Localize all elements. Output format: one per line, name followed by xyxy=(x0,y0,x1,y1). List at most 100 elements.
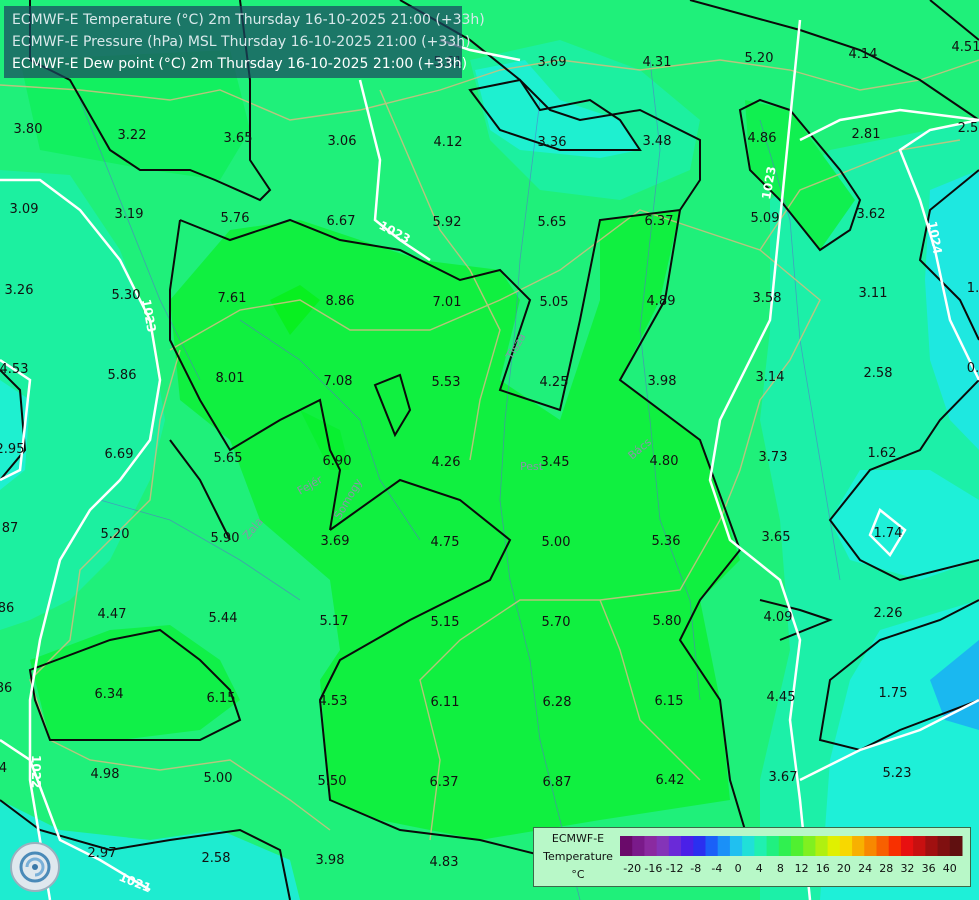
value-label: 7.08 xyxy=(324,374,353,389)
legend-swatch xyxy=(803,836,816,856)
legend-swatch xyxy=(668,836,682,856)
value-label: 5.00 xyxy=(204,771,233,786)
legend-tick-label: 16 xyxy=(816,862,830,875)
value-label: 4.26 xyxy=(432,455,461,470)
value-label: 3.65 xyxy=(762,530,791,545)
value-label: 3.45 xyxy=(541,455,570,470)
value-label: 4.53 xyxy=(0,362,28,377)
value-label: 6.15 xyxy=(655,694,684,709)
weather-map: 1023 1023 1023 1024 1022 1021 Pest Bács … xyxy=(0,0,979,900)
value-label: 6.69 xyxy=(105,447,134,462)
value-label: 5.53 xyxy=(432,375,461,390)
title-panel: ECMWF-E Temperature (°C) 2m Thursday 16-… xyxy=(4,6,485,78)
value-label: 86 xyxy=(0,601,14,616)
legend-swatch xyxy=(778,836,792,856)
title-pressure[interactable]: ECMWF-E Pressure (hPa) MSL Thursday 16-1… xyxy=(12,34,471,50)
legend-tick-label: 36 xyxy=(922,862,936,875)
value-label: 4.83 xyxy=(430,855,459,870)
value-label: 2.97 xyxy=(88,846,117,861)
value-label: 3.14 xyxy=(756,370,785,385)
value-label: 2.58 xyxy=(864,366,893,381)
legend-swatch xyxy=(693,836,706,856)
legend-tick-label: 40 xyxy=(943,862,957,875)
value-label: 4.53 xyxy=(319,694,348,709)
title-temperature[interactable]: ECMWF-E Temperature (°C) 2m Thursday 16-… xyxy=(12,12,485,28)
swirl-logo-icon xyxy=(10,842,60,892)
legend-tick-label: 20 xyxy=(837,862,851,875)
value-label: 5.05 xyxy=(540,295,569,310)
value-label: 4.80 xyxy=(650,454,679,469)
value-label: 3.80 xyxy=(14,122,43,137)
value-label: 5.09 xyxy=(751,211,780,226)
isobar-label: 1022 xyxy=(29,755,43,788)
value-label: 4.25 xyxy=(540,375,569,390)
legend-tick-label: -16 xyxy=(644,862,662,875)
value-label: 5.23 xyxy=(883,766,912,781)
legend-tick-label: 8 xyxy=(777,862,784,875)
legend-tick-label: 4 xyxy=(756,862,763,875)
value-label: 3.06 xyxy=(328,134,357,149)
value-label: 4.98 xyxy=(91,767,120,782)
value-label: 2.26 xyxy=(874,606,903,621)
title-dewpoint[interactable]: ECMWF-E Dew point (°C) 2m Thursday 16-10… xyxy=(12,56,467,72)
value-label: 6.42 xyxy=(656,773,685,788)
legend-color-bar: -20 -16 -12 -8 -4 0 4 8 12 16 20 24 28 32 36 40 xyxy=(620,836,963,875)
value-label: 5.30 xyxy=(112,288,141,303)
value-label: 5.76 xyxy=(221,211,250,226)
legend-swatch xyxy=(754,836,768,856)
legend-swatch xyxy=(852,836,865,856)
value-label: 5.00 xyxy=(542,535,571,550)
legend-swatch xyxy=(949,836,963,856)
value-label: 5.90 xyxy=(211,531,240,546)
value-label: 3.19 xyxy=(115,207,144,222)
value-label: 5.20 xyxy=(101,527,130,542)
legend-swatch xyxy=(925,836,939,856)
value-label: 4.47 xyxy=(98,607,127,622)
value-label: 3.67 xyxy=(769,770,798,785)
legend-swatch xyxy=(913,836,926,856)
legend-swatch xyxy=(656,836,670,856)
value-label: 4.75 xyxy=(431,535,460,550)
value-label: 3.69 xyxy=(538,55,567,70)
legend-swatch xyxy=(632,836,645,856)
value-label: 4.31 xyxy=(643,55,672,70)
value-label: 3.69 xyxy=(321,534,350,549)
legend-swatch xyxy=(717,836,731,856)
legend-tick-label: 32 xyxy=(900,862,914,875)
legend-swatch xyxy=(839,836,853,856)
value-label: 5.65 xyxy=(538,215,567,230)
legend-swatch xyxy=(705,836,719,856)
value-label: 6.37 xyxy=(645,214,674,229)
value-label: 87 xyxy=(2,521,19,536)
value-label: 7.61 xyxy=(218,291,247,306)
value-label: 6.87 xyxy=(543,775,572,790)
value-label: 5.70 xyxy=(542,615,571,630)
legend-swatch xyxy=(864,836,877,856)
legend-swatch xyxy=(729,836,743,856)
legend-swatch xyxy=(888,836,902,856)
legend-tick-label: -12 xyxy=(666,862,684,875)
legend-tick-label: -20 xyxy=(623,862,641,875)
value-label: 1.62 xyxy=(868,446,897,461)
value-label: 4.45 xyxy=(767,690,796,705)
value-label: 3.62 xyxy=(857,207,886,222)
value-label: 5.20 xyxy=(745,51,774,66)
value-label: 3.09 xyxy=(10,202,39,217)
legend-model: ECMWF-E xyxy=(551,832,605,845)
value-label: 6.15 xyxy=(207,691,236,706)
value-label: 3.11 xyxy=(859,286,888,301)
color-legend: ECMWF-E Temperature °C -20 -16 -12 -8 -4 0 4 8 1… xyxy=(533,827,971,887)
value-label: 4.86 xyxy=(748,131,777,146)
value-label: 3.65 xyxy=(224,131,253,146)
value-label: 5.15 xyxy=(431,615,460,630)
value-label: 7.01 xyxy=(433,295,462,310)
legend-tick-label: -8 xyxy=(690,862,701,875)
value-label: 3.73 xyxy=(759,450,788,465)
legend-swatch xyxy=(900,836,914,856)
value-label: 3.26 xyxy=(5,283,34,298)
legend-variable: Temperature xyxy=(543,850,613,863)
legend-swatch xyxy=(791,836,804,856)
value-label: 0. xyxy=(967,361,979,376)
value-label: 6.28 xyxy=(543,695,572,710)
legend-swatch xyxy=(742,836,755,856)
